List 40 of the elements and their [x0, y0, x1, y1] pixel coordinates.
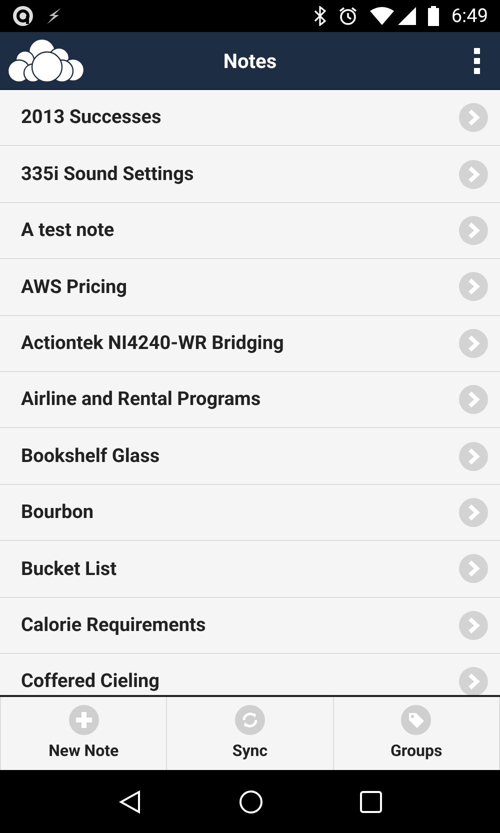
note-title: Bookshelf Glass [21, 442, 161, 469]
note-title: Bucket List [21, 556, 118, 582]
chevron-right-icon [459, 610, 488, 640]
note-row[interactable]: Actiontek NI4240-WR Bridging [0, 316, 500, 372]
battery-icon [428, 6, 440, 26]
note-title: 2013 Successes [21, 104, 162, 130]
note-title: Actiontek NI4240-WR Bridging [21, 330, 285, 356]
note-title: Calorie Requirements [21, 612, 207, 638]
note-row[interactable]: Calorie Requirements [0, 598, 500, 654]
chevron-right-icon [459, 216, 488, 245]
note-row[interactable]: Bourbon [0, 484, 500, 542]
page-title: Notes [223, 48, 277, 74]
sync-icon [234, 704, 265, 734]
note-title: Airline and Rental Programs [21, 386, 262, 412]
note-title: AWS Pricing [21, 274, 128, 300]
note-title: Coffered Cieling [21, 668, 161, 694]
chevron-right-icon [459, 272, 488, 302]
note-title: A test note [21, 217, 116, 244]
home-icon[interactable] [238, 790, 263, 814]
circle-app-icon [12, 5, 34, 27]
tag-icon [401, 704, 432, 734]
chevron-right-icon [459, 160, 488, 189]
recents-icon[interactable] [360, 790, 382, 812]
chevron-right-icon [459, 103, 488, 132]
chevron-right-icon [459, 442, 488, 471]
wifi-icon [370, 7, 394, 25]
overflow-menu-icon[interactable] [474, 48, 480, 74]
bluetooth-icon [314, 6, 326, 26]
back-icon[interactable] [118, 790, 142, 814]
note-title: 335i Sound Settings [21, 160, 195, 187]
chevron-right-icon [459, 385, 488, 414]
alarm-icon [338, 6, 358, 26]
note-title: Bourbon [21, 499, 95, 526]
signal-icon [398, 7, 416, 25]
chevron-right-icon [459, 554, 488, 584]
chevron-right-icon [459, 328, 488, 358]
lightning-icon [46, 7, 62, 25]
clock-time: 6:49 [451, 2, 488, 29]
plus-icon [68, 704, 99, 734]
chevron-right-icon [459, 498, 488, 527]
